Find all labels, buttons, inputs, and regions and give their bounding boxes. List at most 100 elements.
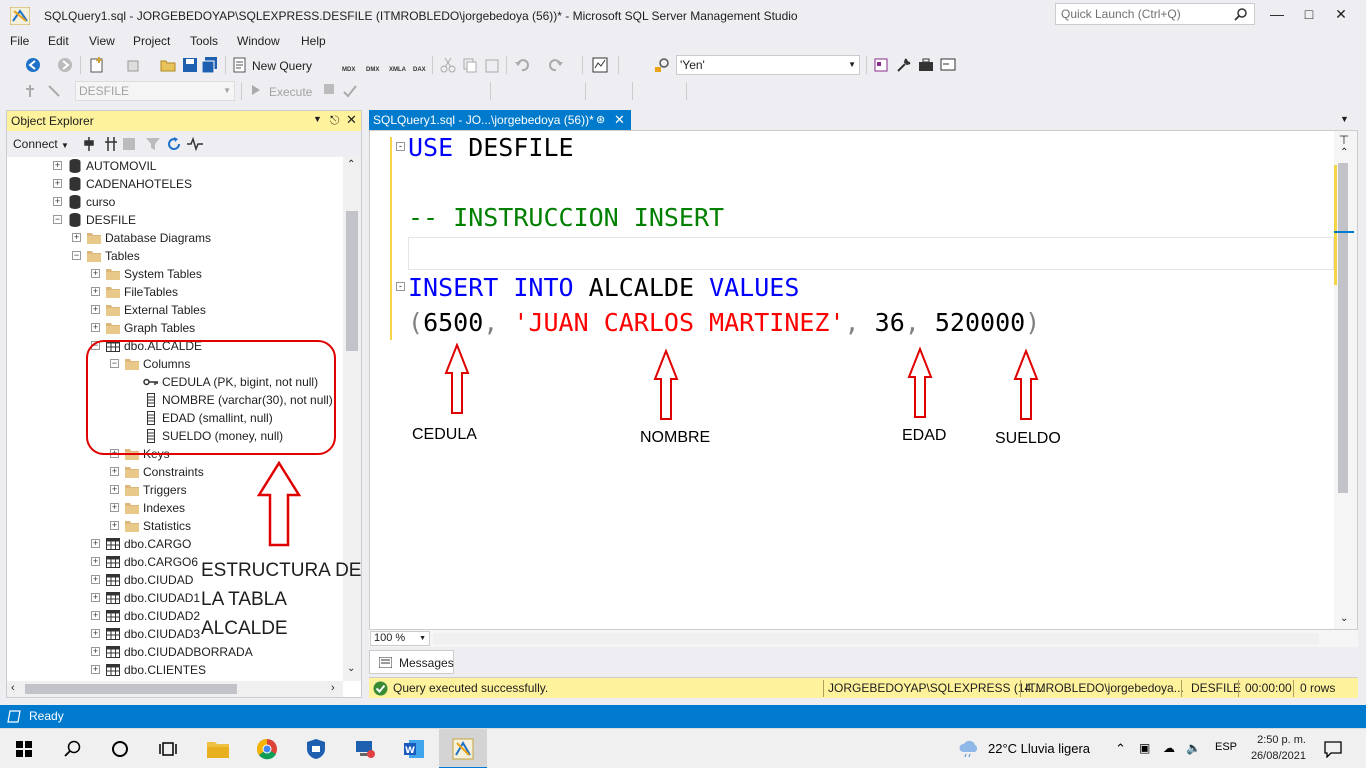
chevron-up-icon[interactable]: ⌃: [1115, 741, 1126, 757]
menu-help[interactable]: Help: [301, 34, 326, 48]
expand-toggle[interactable]: +: [91, 593, 100, 602]
sync-icon[interactable]: ☁: [1163, 741, 1175, 755]
scrollbar-thumb[interactable]: [1338, 163, 1348, 493]
redo-icon[interactable]: [548, 57, 564, 73]
connect-icon[interactable]: [22, 83, 38, 99]
editor-horizontal-scrollbar[interactable]: [433, 633, 1319, 644]
add-item-icon[interactable]: [125, 57, 141, 73]
tree-node[interactable]: + Graph Tables: [7, 319, 343, 337]
forward-icon[interactable]: [57, 57, 73, 73]
network-app-taskbar-button[interactable]: [341, 729, 389, 768]
tab-messages[interactable]: Messages: [369, 650, 454, 674]
connect-plug-icon[interactable]: [81, 136, 97, 152]
language-indicator[interactable]: ESP: [1215, 741, 1237, 753]
tree-node[interactable]: + dbo.CIUDADBORRADA: [7, 643, 343, 661]
expand-toggle[interactable]: +: [91, 665, 100, 674]
expand-toggle[interactable]: +: [53, 179, 62, 188]
wrench-icon[interactable]: [896, 57, 912, 73]
tree-node[interactable]: + dbo.CLIENTES: [7, 661, 343, 679]
connect-dropdown[interactable]: Connect ▼: [13, 137, 69, 151]
chevron-up-icon[interactable]: ⌃: [347, 159, 355, 170]
tree-node[interactable]: + FileTables: [7, 283, 343, 301]
disconnect-icon[interactable]: [103, 136, 119, 152]
collapse-toggle[interactable]: −: [53, 215, 62, 224]
expand-toggle[interactable]: +: [110, 503, 119, 512]
expand-toggle[interactable]: +: [110, 467, 119, 476]
scrollbar-thumb[interactable]: [25, 684, 237, 694]
expand-toggle[interactable]: +: [91, 323, 100, 332]
stop-icon[interactable]: [123, 138, 135, 150]
menu-file[interactable]: File: [10, 34, 29, 48]
expand-toggle[interactable]: +: [91, 305, 100, 314]
save-icon[interactable]: [182, 57, 198, 73]
expand-toggle[interactable]: +: [91, 557, 100, 566]
stop-icon[interactable]: [324, 84, 334, 94]
chevron-right-icon[interactable]: ›: [331, 682, 335, 694]
quick-launch-input[interactable]: Quick Launch (Ctrl+Q): [1055, 3, 1255, 25]
dax-query-button[interactable]: DAX: [413, 67, 426, 73]
refresh-icon[interactable]: [166, 136, 182, 152]
paste-icon[interactable]: [484, 57, 500, 73]
tree-node[interactable]: + curso: [7, 193, 343, 211]
cut-icon[interactable]: [440, 57, 456, 73]
menu-view[interactable]: View: [89, 34, 115, 48]
expand-toggle[interactable]: +: [110, 485, 119, 494]
task-view-button[interactable]: [144, 729, 192, 768]
expand-toggle[interactable]: +: [91, 647, 100, 656]
menu-window[interactable]: Window: [237, 34, 280, 48]
security-taskbar-button[interactable]: [292, 729, 340, 768]
expand-toggle[interactable]: +: [91, 611, 100, 620]
close-icon[interactable]: ✕: [346, 112, 357, 128]
xmla-query-button[interactable]: XMLA: [389, 67, 406, 73]
clock[interactable]: 2:50 p. m. 26/08/2021: [1250, 732, 1306, 764]
search-button[interactable]: [48, 729, 96, 768]
chevron-down-icon[interactable]: ▼: [313, 114, 322, 124]
window-layout-icon[interactable]: [940, 57, 956, 73]
tree-node[interactable]: + System Tables: [7, 265, 343, 283]
sql-editor[interactable]: - - USE DESFILE -- INSTRUCCION INSERT IN…: [369, 130, 1358, 630]
minimize-button[interactable]: —: [1262, 0, 1292, 30]
chevron-down-icon[interactable]: ⌄: [1340, 613, 1348, 624]
mdx-query-button[interactable]: MDX: [342, 67, 355, 73]
expand-toggle[interactable]: +: [53, 197, 62, 206]
find-combo[interactable]: 'Yen' ▼: [676, 55, 860, 75]
menu-project[interactable]: Project: [133, 34, 170, 48]
activity-icon[interactable]: [187, 136, 203, 152]
find-icon[interactable]: [654, 57, 670, 73]
tree-node[interactable]: − DESFILE: [7, 211, 343, 229]
properties-icon[interactable]: [874, 57, 890, 73]
editor-vertical-scrollbar[interactable]: ⊤ ⌃ ⌄: [1334, 131, 1357, 629]
expand-toggle[interactable]: +: [110, 521, 119, 530]
chevron-left-icon[interactable]: ‹: [11, 682, 15, 694]
pin-icon[interactable]: ⎋: [330, 113, 340, 128]
tree-node[interactable]: + AUTOMOVIL: [7, 157, 343, 175]
expand-toggle[interactable]: +: [91, 539, 100, 548]
tree-node[interactable]: + Database Diagrams: [7, 229, 343, 247]
expand-toggle[interactable]: +: [91, 629, 100, 638]
start-button[interactable]: [0, 729, 48, 768]
expand-toggle[interactable]: +: [72, 233, 81, 242]
expand-toggle[interactable]: +: [91, 575, 100, 584]
maximize-button[interactable]: □: [1294, 0, 1324, 30]
split-icon[interactable]: ⊤: [1336, 133, 1352, 147]
toolbox-icon[interactable]: [918, 57, 934, 73]
tree-node[interactable]: + External Tables: [7, 301, 343, 319]
collapse-toggle[interactable]: -: [396, 142, 405, 151]
chevron-down-icon[interactable]: ⌄: [347, 663, 355, 674]
close-icon[interactable]: ✕: [614, 112, 625, 128]
tree-node[interactable]: + CADENAHOTELES: [7, 175, 343, 193]
tree-node[interactable]: − Tables: [7, 247, 343, 265]
expand-toggle[interactable]: +: [91, 287, 100, 296]
open-file-icon[interactable]: [160, 57, 176, 73]
file-explorer-taskbar-button[interactable]: [194, 729, 242, 768]
back-icon[interactable]: [25, 57, 41, 73]
scrollbar-thumb[interactable]: [346, 211, 358, 351]
save-all-icon[interactable]: [202, 57, 218, 73]
copy-icon[interactable]: [462, 57, 478, 73]
menu-edit[interactable]: Edit: [48, 34, 69, 48]
ssms-taskbar-button[interactable]: [439, 729, 487, 768]
weather-text[interactable]: 22°C Lluvia ligera: [988, 741, 1090, 756]
menu-tools[interactable]: Tools: [190, 34, 218, 48]
tab-sqlquery1[interactable]: SQLQuery1.sql - JO...\jorgebedoya (56))*…: [369, 110, 631, 130]
expand-toggle[interactable]: +: [53, 161, 62, 170]
